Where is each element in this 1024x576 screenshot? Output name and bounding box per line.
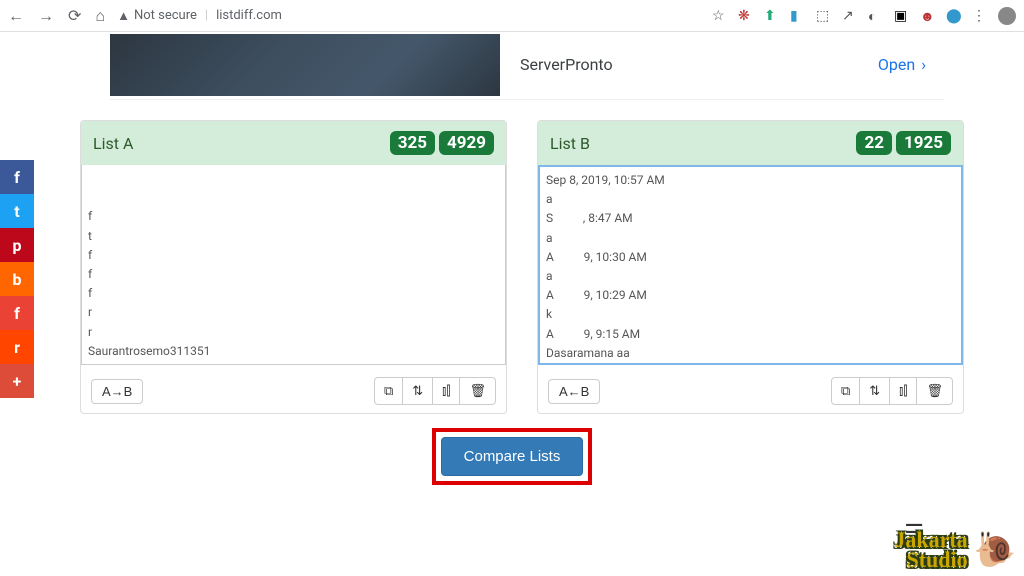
forward-button[interactable]: →	[38, 6, 54, 26]
ext-icon[interactable]: ⬚	[816, 8, 832, 24]
swap-a-to-b-button[interactable]: A→B	[91, 379, 143, 404]
list-b-textarea[interactable]	[538, 165, 963, 365]
list-a-count1: 325	[390, 131, 435, 155]
list-a-title: List A	[93, 134, 133, 153]
ad-cta-label: Open	[878, 55, 915, 74]
address-bar[interactable]: ▲ Not secure | listdiff.com	[117, 8, 282, 24]
ext-icon[interactable]: ↗	[842, 8, 858, 24]
compare-section: Compare Lists	[0, 428, 1024, 485]
list-b-count1: 22	[856, 131, 892, 155]
social-gplus[interactable]: +	[0, 364, 34, 398]
url-text: listdiff.com	[216, 8, 282, 23]
star-icon[interactable]: ☆	[712, 8, 728, 24]
list-b-badges: 22 1925	[856, 131, 951, 155]
list-a-textarea[interactable]	[81, 165, 506, 365]
copy-icon: ⧉	[841, 383, 850, 398]
list-b-count2: 1925	[896, 131, 951, 155]
back-button[interactable]: ←	[8, 6, 24, 26]
social-reddit[interactable]: r	[0, 330, 34, 364]
ext-icon[interactable]: ☻	[920, 8, 936, 24]
list-a-header: List A 325 4929	[81, 121, 506, 165]
swap-b-to-a-button[interactable]: A←B	[548, 379, 600, 404]
list-b-toolbar: A←B ⧉ ⇅ ⫾⫿ 🗑	[538, 369, 963, 413]
social-rail: f t p b f r +	[0, 160, 34, 398]
ext-icon[interactable]: ⋮	[972, 8, 988, 24]
chart-button[interactable]: ⫾⫿	[433, 377, 460, 405]
avatar-icon[interactable]	[998, 7, 1016, 25]
chart-icon: ⫾⫿	[442, 383, 450, 398]
chart-icon: ⫾⫿	[899, 383, 907, 398]
list-a-count2: 4929	[439, 131, 494, 155]
watermark-line2: Studio	[894, 550, 967, 570]
trash-icon: 🗑	[469, 383, 486, 398]
list-b-title: List B	[550, 134, 590, 153]
warning-icon: ▲	[117, 8, 130, 24]
list-a-toolbar: A→B ⧉ ⇅ ⫾⫿ 🗑	[81, 369, 506, 413]
security-indicator: ▲ Not secure	[117, 8, 197, 24]
ad-open-link[interactable]: Open ›	[878, 55, 944, 74]
list-a-panel: List A 325 4929 A→B ⧉ ⇅ ⫾⫿ 🗑	[80, 120, 507, 414]
list-a-badges: 325 4929	[390, 131, 494, 155]
compare-highlight: Compare Lists	[432, 428, 593, 485]
reload-button[interactable]: ⟳	[68, 6, 81, 26]
ext-icon[interactable]: ⬆	[764, 8, 780, 24]
sort-icon: ⇅	[869, 383, 880, 398]
ad-brand: ServerPronto	[500, 55, 878, 74]
extension-icons: ☆ ❋ ⬆ ▮ ⬚ ↗ ◐ ▣ ☻ ⬤ ⋮	[712, 7, 1016, 25]
delete-button[interactable]: 🗑	[460, 377, 496, 405]
social-blogger[interactable]: b	[0, 262, 34, 296]
sort-button[interactable]: ⇅	[860, 377, 890, 405]
ad-banner[interactable]: ServerPronto Open ›	[110, 30, 944, 100]
chart-button[interactable]: ⫾⫿	[890, 377, 917, 405]
ext-icon[interactable]: ▮	[790, 8, 806, 24]
ad-image	[110, 34, 500, 96]
copy-icon: ⧉	[384, 383, 393, 398]
ext-icon[interactable]: ◐	[868, 8, 884, 24]
browser-toolbar: ← → ⟳ ⌂ ▲ Not secure | listdiff.com ☆ ❋ …	[0, 0, 1024, 32]
copy-button[interactable]: ⧉	[831, 377, 860, 405]
ext-icon[interactable]: ⬤	[946, 8, 962, 24]
snail-icon: 🐌	[974, 530, 1016, 570]
chevron-right-icon: ›	[921, 55, 926, 74]
social-facebook[interactable]: f	[0, 160, 34, 194]
trash-icon: 🗑	[926, 383, 943, 398]
delete-button[interactable]: 🗑	[917, 377, 953, 405]
list-b-header: List B 22 1925	[538, 121, 963, 165]
list-b-panel: List B 22 1925 A←B ⧉ ⇅ ⫾⫿ 🗑	[537, 120, 964, 414]
sort-button[interactable]: ⇅	[403, 377, 433, 405]
security-label: Not secure	[134, 8, 197, 23]
compare-button[interactable]: Compare Lists	[441, 437, 584, 476]
social-pinterest[interactable]: p	[0, 228, 34, 262]
separator: |	[205, 8, 208, 23]
sort-icon: ⇅	[412, 383, 423, 398]
nav-buttons: ← → ⟳ ⌂	[8, 6, 105, 26]
main-content: List A 325 4929 A→B ⧉ ⇅ ⫾⫿ 🗑 List B 22 1…	[0, 110, 1024, 414]
watermark: Jakarta Studio 🐌	[894, 530, 1016, 570]
social-email[interactable]: f	[0, 296, 34, 330]
ext-icon[interactable]: ❋	[738, 8, 754, 24]
home-button[interactable]: ⌂	[95, 6, 105, 26]
social-twitter[interactable]: t	[0, 194, 34, 228]
ext-icon[interactable]: ▣	[894, 8, 910, 24]
copy-button[interactable]: ⧉	[374, 377, 403, 405]
